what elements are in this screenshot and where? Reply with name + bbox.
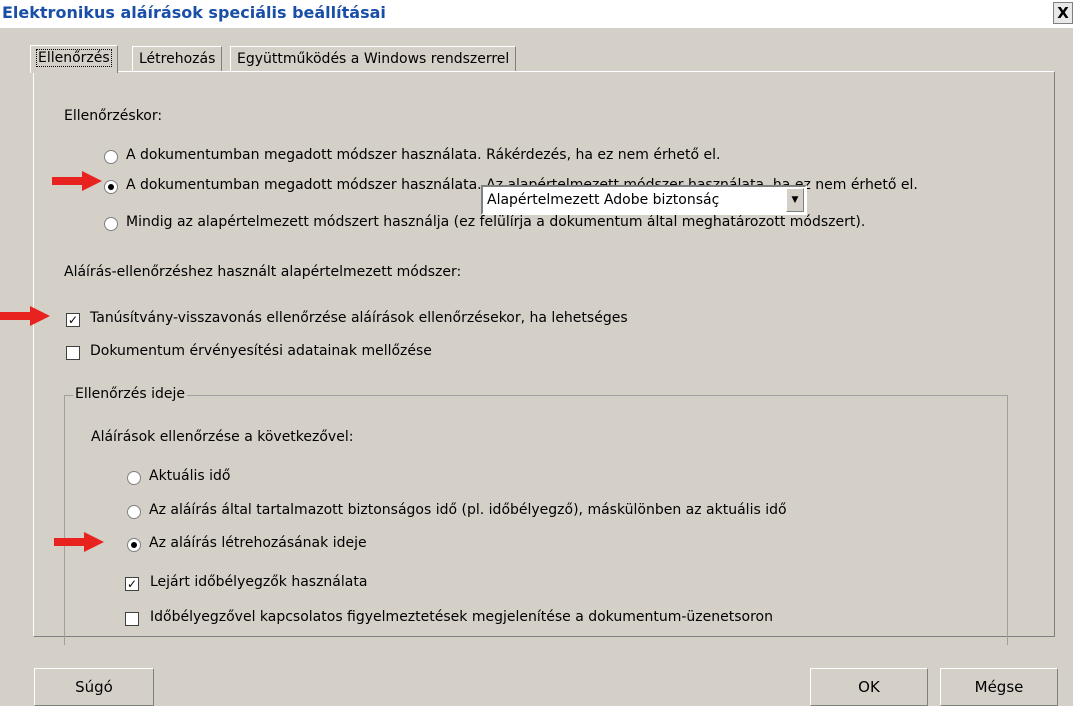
time-subheading: Aláírások ellenőrzése a következővel: [91,429,354,445]
annotation-arrow-icon [0,306,50,326]
ignore-validation-label: Dokumentum érvényesítési adatainak mellő… [90,343,432,359]
time-option-radio-3[interactable] [127,538,141,552]
verify-option-radio-2[interactable] [104,180,118,194]
time-option-radio-2[interactable] [127,505,141,519]
verify-option-label-3: Mindig az alapértelmezett módszert haszn… [126,214,866,230]
revocation-check-label: Tanúsítvány-visszavonás ellenőrzése aláí… [90,310,628,326]
verify-option-radio-1[interactable] [104,150,118,164]
group-legend: Ellenőrzés ideje [73,386,188,402]
annotation-arrow-icon [54,532,104,552]
tab-letrehozas[interactable]: Létrehozás [132,46,223,72]
revocation-check-checkbox[interactable]: ✓ [66,313,80,327]
verify-option-label-1: A dokumentumban megadott módszer használ… [126,147,721,163]
verify-heading: Ellenőrzéskor: [64,108,163,124]
close-button[interactable]: X [1053,2,1073,24]
expired-timestamps-label: Lejárt időbélyegzők használata [150,574,368,590]
tab-label: Ellenőrzés [36,49,112,67]
help-button[interactable]: Súgó [34,668,154,706]
expired-timestamps-checkbox[interactable]: ✓ [125,577,139,591]
tab-label: Együttműködés a Windows rendszerrel [237,51,510,67]
tab-panel: Ellenőrzéskor: A dokumentumban megadott … [33,71,1055,645]
time-option-label-2: Az aláírás által tartalmazott biztonságo… [149,502,787,518]
verification-time-group: Ellenőrzés ideje Aláírások ellenőrzése a… [64,386,1008,645]
verify-option-radio-3[interactable] [104,217,118,231]
default-method-value: Alapértelmezett Adobe biztonsáç [487,192,720,208]
chevron-down-icon[interactable]: ▼ [786,188,804,212]
timestamp-warnings-label: Időbélyegzővel kapcsolatos figyelmezteté… [150,609,773,625]
title-bar: Elektronikus aláírások speciális beállít… [0,0,1073,28]
tab-label: Létrehozás [139,51,216,67]
window-title: Elektronikus aláírások speciális beállít… [2,3,386,22]
time-option-radio-1[interactable] [127,471,141,485]
tab-ellenorzes[interactable]: Ellenőrzés [30,45,118,73]
annotation-arrow-icon [52,171,102,191]
default-method-label: Aláírás-ellenőrzéshez használt alapértel… [64,264,462,280]
default-method-select[interactable]: Alapértelmezett Adobe biztonsáç ▼ [481,185,807,215]
time-option-label-3: Az aláírás létrehozásának ideje [149,535,367,551]
ok-button[interactable]: OK [810,668,928,706]
time-option-label-1: Aktuális idő [149,468,231,484]
timestamp-warnings-checkbox[interactable] [125,612,139,626]
ignore-validation-checkbox[interactable] [66,346,80,360]
tab-egyuttmukodes[interactable]: Együttműködés a Windows rendszerrel [230,46,517,72]
cancel-button[interactable]: Mégse [940,668,1058,706]
